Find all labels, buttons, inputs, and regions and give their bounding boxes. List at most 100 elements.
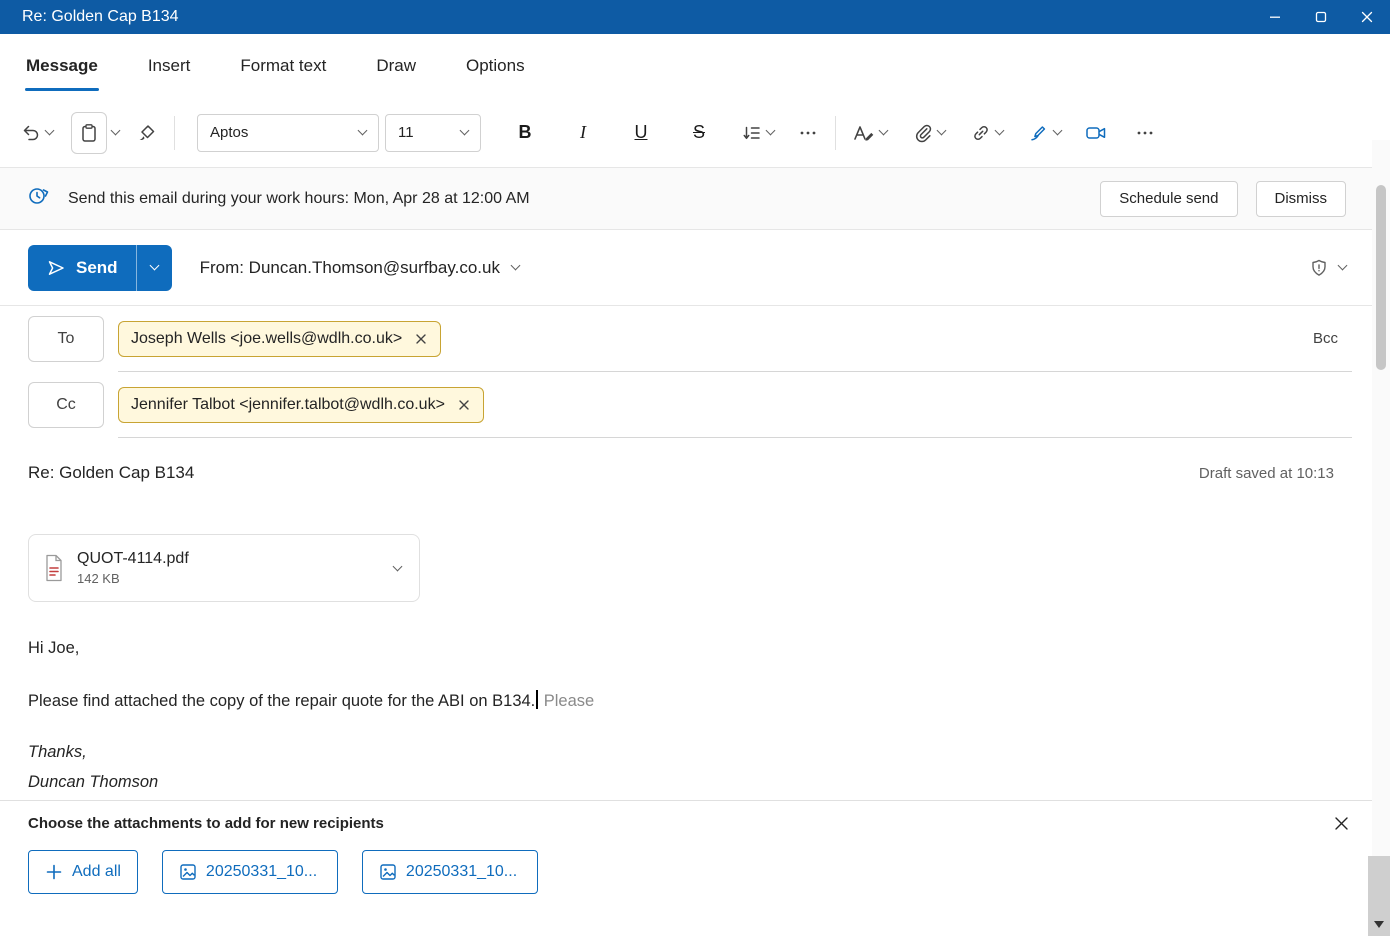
to-field[interactable]: Joseph Wells <joe.wells@wdlh.co.uk> Bcc bbox=[118, 306, 1352, 372]
tab-draw[interactable]: Draw bbox=[374, 50, 418, 82]
window-title: Re: Golden Cap B134 bbox=[22, 8, 179, 26]
font-size-value: 11 bbox=[398, 124, 414, 141]
chevron-down-icon bbox=[995, 126, 1005, 136]
more-horizontal-icon bbox=[1135, 123, 1155, 143]
undo-button[interactable] bbox=[16, 117, 58, 149]
body-greeting: Hi Joe, bbox=[28, 638, 1362, 659]
attachment-file-button-2[interactable]: 20250331_10... bbox=[362, 850, 538, 894]
add-all-button[interactable]: Add all bbox=[28, 850, 138, 894]
format-painter-button[interactable] bbox=[132, 117, 162, 149]
meeting-button[interactable] bbox=[1080, 117, 1112, 149]
body-signature: Duncan Thomson bbox=[28, 772, 1362, 793]
text-effects-button[interactable] bbox=[848, 117, 892, 149]
tab-options[interactable]: Options bbox=[464, 50, 527, 82]
draft-status: Draft saved at 10:13 bbox=[1199, 465, 1334, 482]
minimize-button[interactable] bbox=[1252, 0, 1298, 34]
chevron-down-icon bbox=[511, 261, 521, 271]
close-button[interactable] bbox=[1344, 0, 1390, 34]
strikethrough-button[interactable]: S bbox=[677, 113, 721, 153]
paste-button[interactable] bbox=[66, 106, 124, 160]
cc-button[interactable]: Cc bbox=[28, 382, 104, 428]
remove-recipient-icon[interactable] bbox=[457, 398, 471, 412]
line-spacing-icon bbox=[742, 123, 762, 143]
dismiss-button[interactable]: Dismiss bbox=[1256, 181, 1347, 217]
maximize-button[interactable] bbox=[1298, 0, 1344, 34]
more-options-button[interactable] bbox=[1130, 117, 1160, 149]
attach-file-button[interactable] bbox=[908, 117, 950, 149]
chevron-down-icon bbox=[766, 126, 776, 136]
chevron-down-icon bbox=[937, 126, 947, 136]
image-file-icon bbox=[379, 863, 397, 881]
video-camera-icon bbox=[1085, 123, 1107, 143]
paperclip-icon bbox=[913, 123, 933, 143]
text-effects-icon bbox=[853, 123, 875, 143]
font-family-value: Aptos bbox=[210, 124, 248, 141]
to-button[interactable]: To bbox=[28, 316, 104, 362]
subject-input[interactable]: Re: Golden Cap B134 bbox=[28, 463, 194, 483]
chevron-down-icon bbox=[45, 126, 55, 136]
maximize-icon bbox=[1313, 9, 1329, 25]
scrollbar-bottom-area[interactable] bbox=[1368, 856, 1390, 936]
image-file-icon bbox=[179, 863, 197, 881]
close-icon bbox=[1359, 9, 1375, 25]
compose-window: Re: Golden Cap B134 Message Insert Forma… bbox=[0, 0, 1390, 936]
to-row: To Joseph Wells <joe.wells@wdlh.co.uk> B… bbox=[0, 306, 1390, 372]
insert-link-button[interactable] bbox=[966, 117, 1008, 149]
signature-pen-icon bbox=[1029, 123, 1049, 143]
recipient-text: Jennifer Talbot <jennifer.talbot@wdlh.co… bbox=[131, 396, 445, 414]
signature-button[interactable] bbox=[1024, 117, 1066, 149]
chevron-down-icon bbox=[358, 126, 368, 136]
clipboard-icon bbox=[79, 123, 99, 143]
tab-insert[interactable]: Insert bbox=[146, 50, 193, 82]
sensitivity-control[interactable] bbox=[1309, 258, 1346, 278]
vertical-scrollbar[interactable] bbox=[1372, 140, 1390, 936]
ribbon-tabs: Message Insert Format text Draw Options bbox=[0, 34, 1390, 98]
bcc-toggle[interactable]: Bcc bbox=[1313, 330, 1338, 347]
attachment-name: QUOT-4114.pdf bbox=[77, 550, 189, 568]
chevron-down-icon bbox=[879, 126, 889, 136]
schedule-infobar: Send this email during your work hours: … bbox=[0, 168, 1390, 230]
cc-recipient-chip[interactable]: Jennifer Talbot <jennifer.talbot@wdlh.co… bbox=[118, 387, 484, 423]
scrollbar-thumb[interactable] bbox=[1376, 185, 1386, 370]
attachment-options-icon[interactable] bbox=[393, 561, 403, 571]
format-painter-icon bbox=[137, 123, 157, 143]
schedule-send-button[interactable]: Schedule send bbox=[1100, 181, 1237, 217]
underline-button[interactable]: U bbox=[619, 113, 663, 153]
scroll-down-icon[interactable] bbox=[1374, 921, 1384, 928]
undo-icon bbox=[21, 123, 41, 143]
toolbar-divider bbox=[835, 116, 836, 150]
from-selector[interactable]: From: Duncan.Thomson@surfbay.co.uk bbox=[200, 258, 519, 278]
remove-recipient-icon[interactable] bbox=[414, 332, 428, 346]
close-icon bbox=[1333, 815, 1350, 832]
to-recipient-chip[interactable]: Joseph Wells <joe.wells@wdlh.co.uk> bbox=[118, 321, 441, 357]
send-button[interactable]: Send bbox=[28, 245, 136, 291]
window-controls bbox=[1252, 0, 1390, 34]
attachment-size: 142 KB bbox=[77, 571, 189, 586]
cc-field[interactable]: Jennifer Talbot <jennifer.talbot@wdlh.co… bbox=[118, 372, 1352, 438]
font-size-select[interactable]: 11 bbox=[385, 114, 481, 152]
bold-button[interactable]: B bbox=[503, 113, 547, 153]
text-cursor bbox=[536, 690, 538, 709]
subject-row: Re: Golden Cap B134 Draft saved at 10:13 bbox=[0, 438, 1390, 508]
send-icon bbox=[46, 258, 66, 278]
tab-message[interactable]: Message bbox=[24, 50, 100, 82]
font-family-select[interactable]: Aptos bbox=[197, 114, 379, 152]
italic-button[interactable]: I bbox=[561, 113, 605, 153]
chevron-down-icon bbox=[1053, 126, 1063, 136]
more-formatting-button[interactable] bbox=[793, 117, 823, 149]
infobar-message: Send this email during your work hours: … bbox=[68, 190, 530, 208]
message-body[interactable]: Hi Joe, Please find attached the copy of… bbox=[0, 602, 1390, 800]
send-split-button: Send bbox=[28, 245, 172, 291]
attachment-file-button-1[interactable]: 20250331_10... bbox=[162, 850, 338, 894]
recipient-text: Joseph Wells <joe.wells@wdlh.co.uk> bbox=[131, 330, 402, 348]
attachment-card[interactable]: QUOT-4114.pdf 142 KB bbox=[28, 534, 420, 602]
chevron-down-icon bbox=[149, 261, 159, 271]
panel-close-button[interactable] bbox=[1333, 815, 1350, 832]
body-closing: Thanks, bbox=[28, 742, 1362, 763]
tab-format-text[interactable]: Format text bbox=[238, 50, 328, 82]
link-icon bbox=[971, 123, 991, 143]
send-options-button[interactable] bbox=[136, 245, 172, 291]
titlebar: Re: Golden Cap B134 bbox=[0, 0, 1390, 34]
send-row: Send From: Duncan.Thomson@surfbay.co.uk bbox=[0, 230, 1390, 306]
line-spacing-button[interactable] bbox=[737, 117, 779, 149]
